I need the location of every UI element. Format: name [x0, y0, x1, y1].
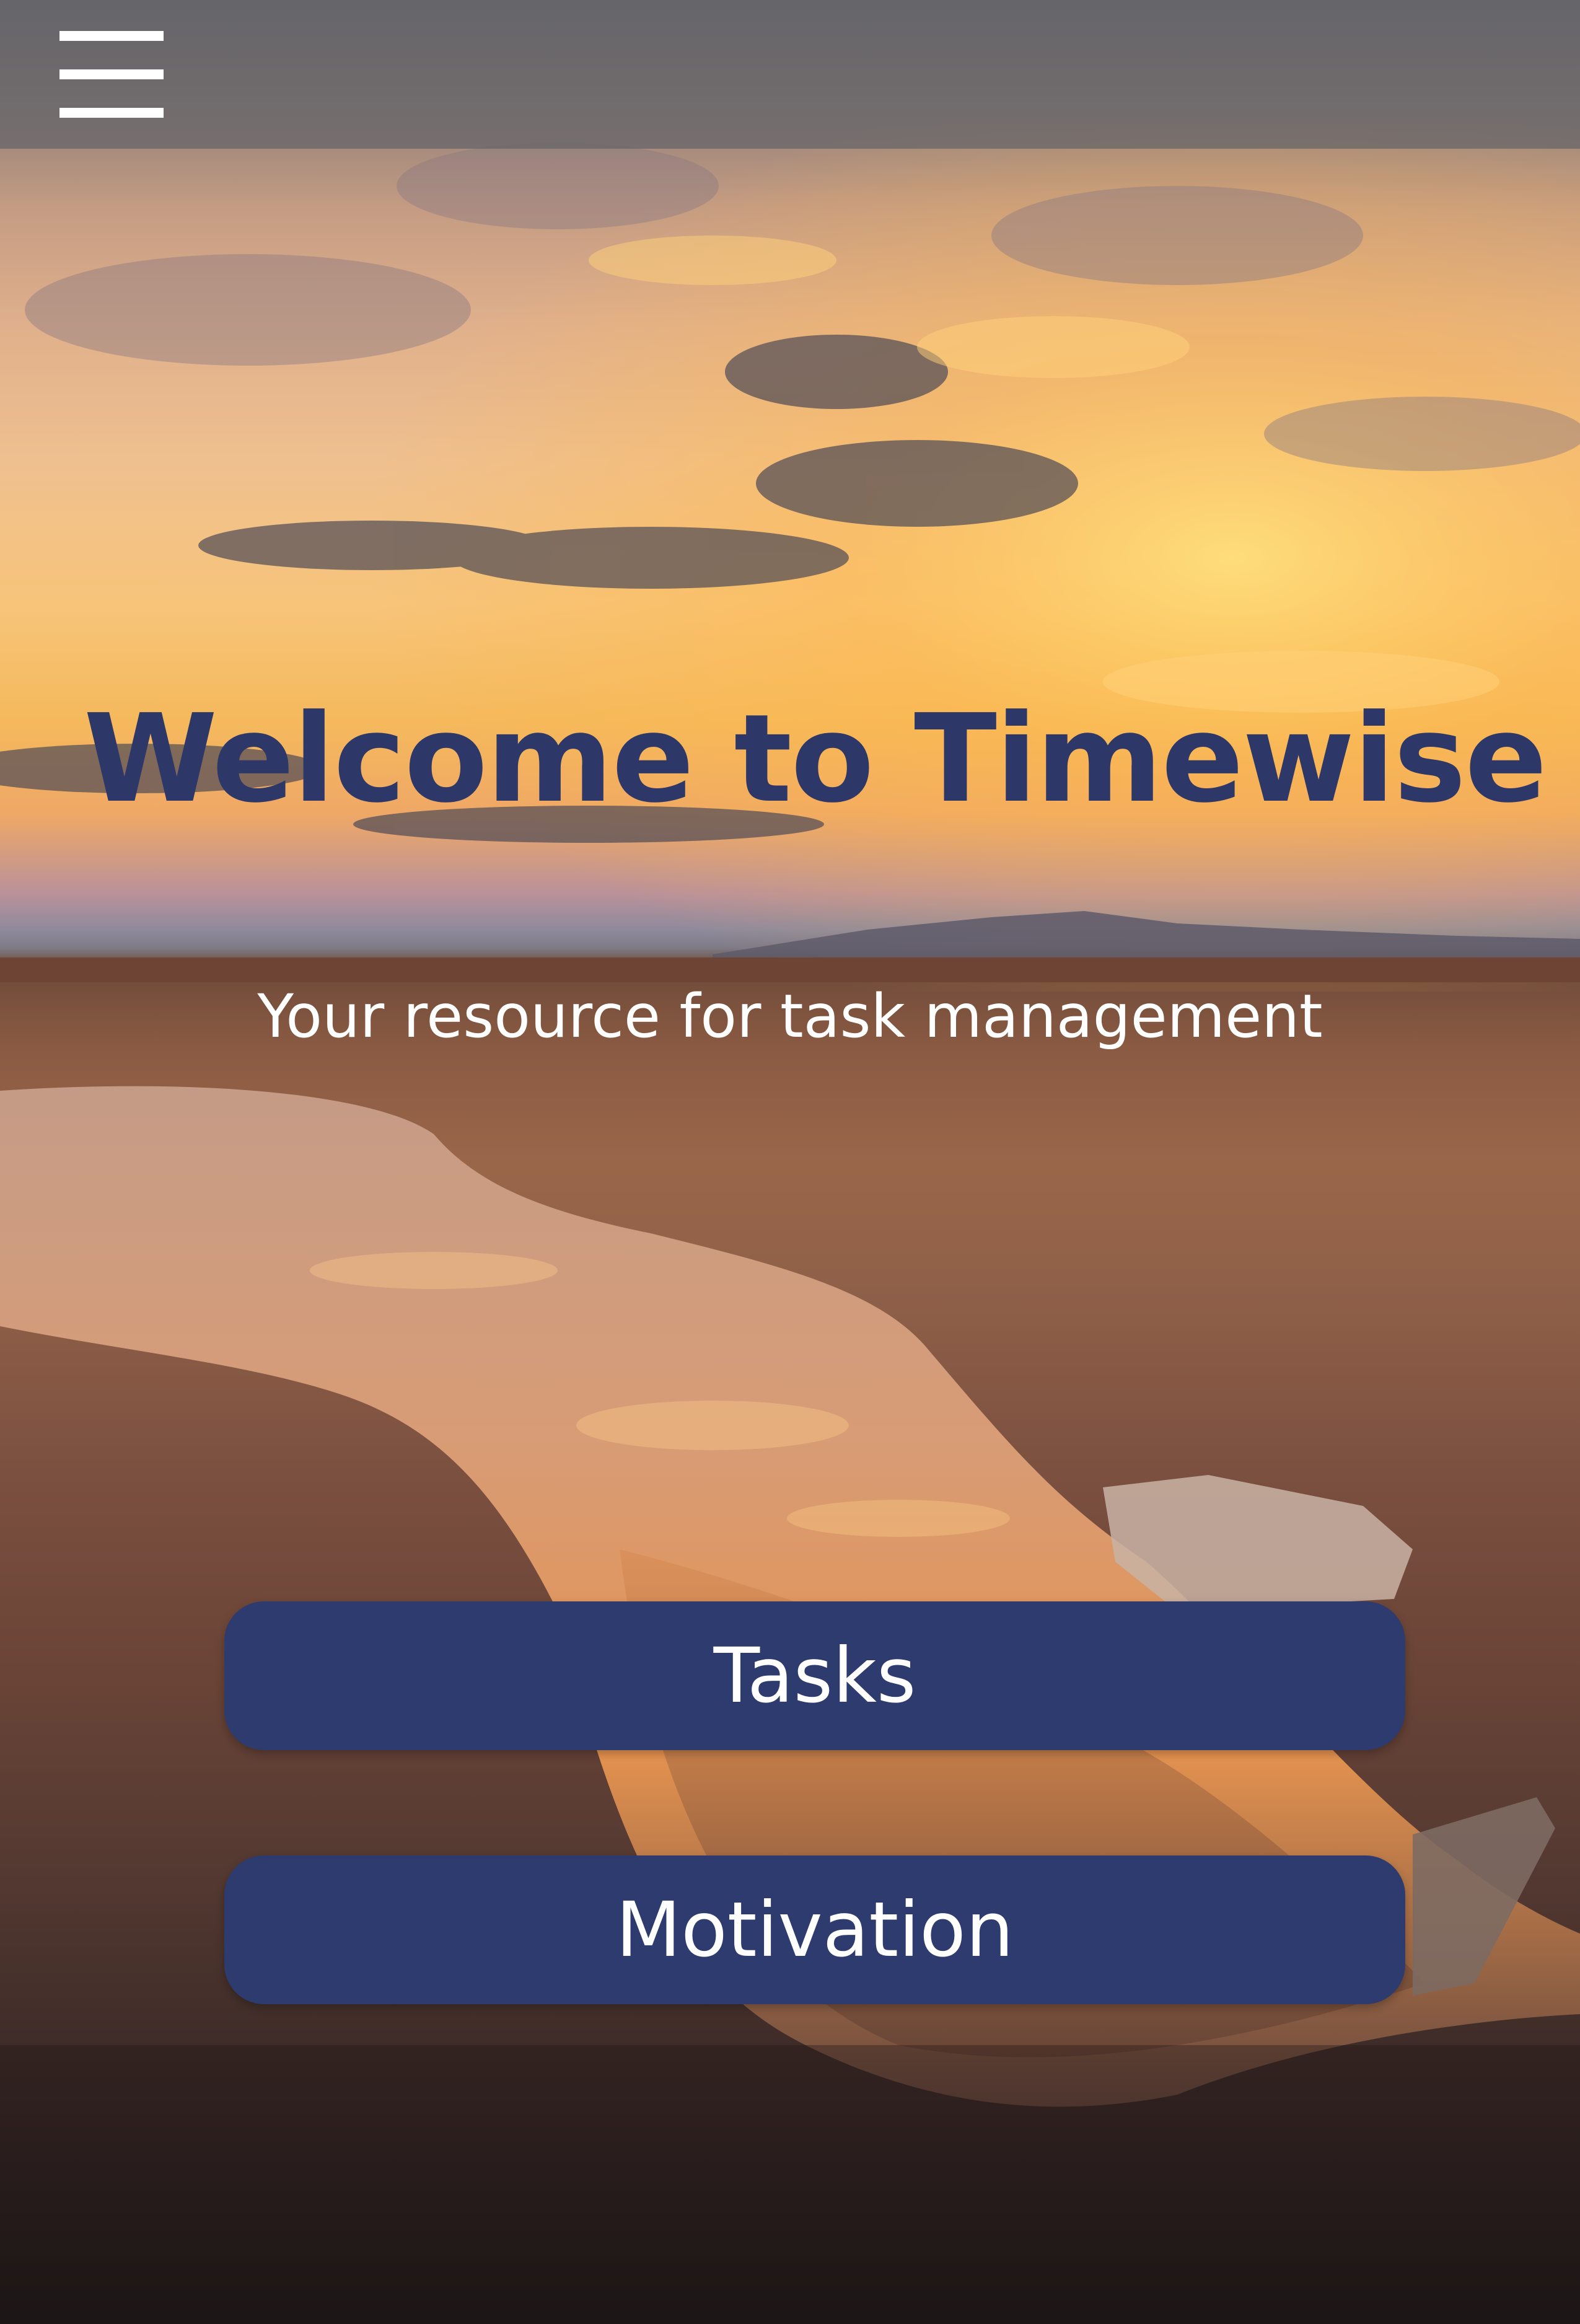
hamburger-menu-icon[interactable]: [59, 31, 164, 118]
menu-bar-line: [59, 31, 164, 41]
page-subtitle: Your resource for task management: [257, 982, 1323, 1051]
top-bar: [0, 0, 1580, 149]
page-title: Welcome to Timewise: [83, 689, 1547, 830]
motivation-button[interactable]: Motivation: [224, 1855, 1405, 2004]
tasks-button[interactable]: Tasks: [224, 1601, 1405, 1750]
menu-bar-line: [59, 108, 164, 118]
menu-bar-line: [59, 69, 164, 79]
